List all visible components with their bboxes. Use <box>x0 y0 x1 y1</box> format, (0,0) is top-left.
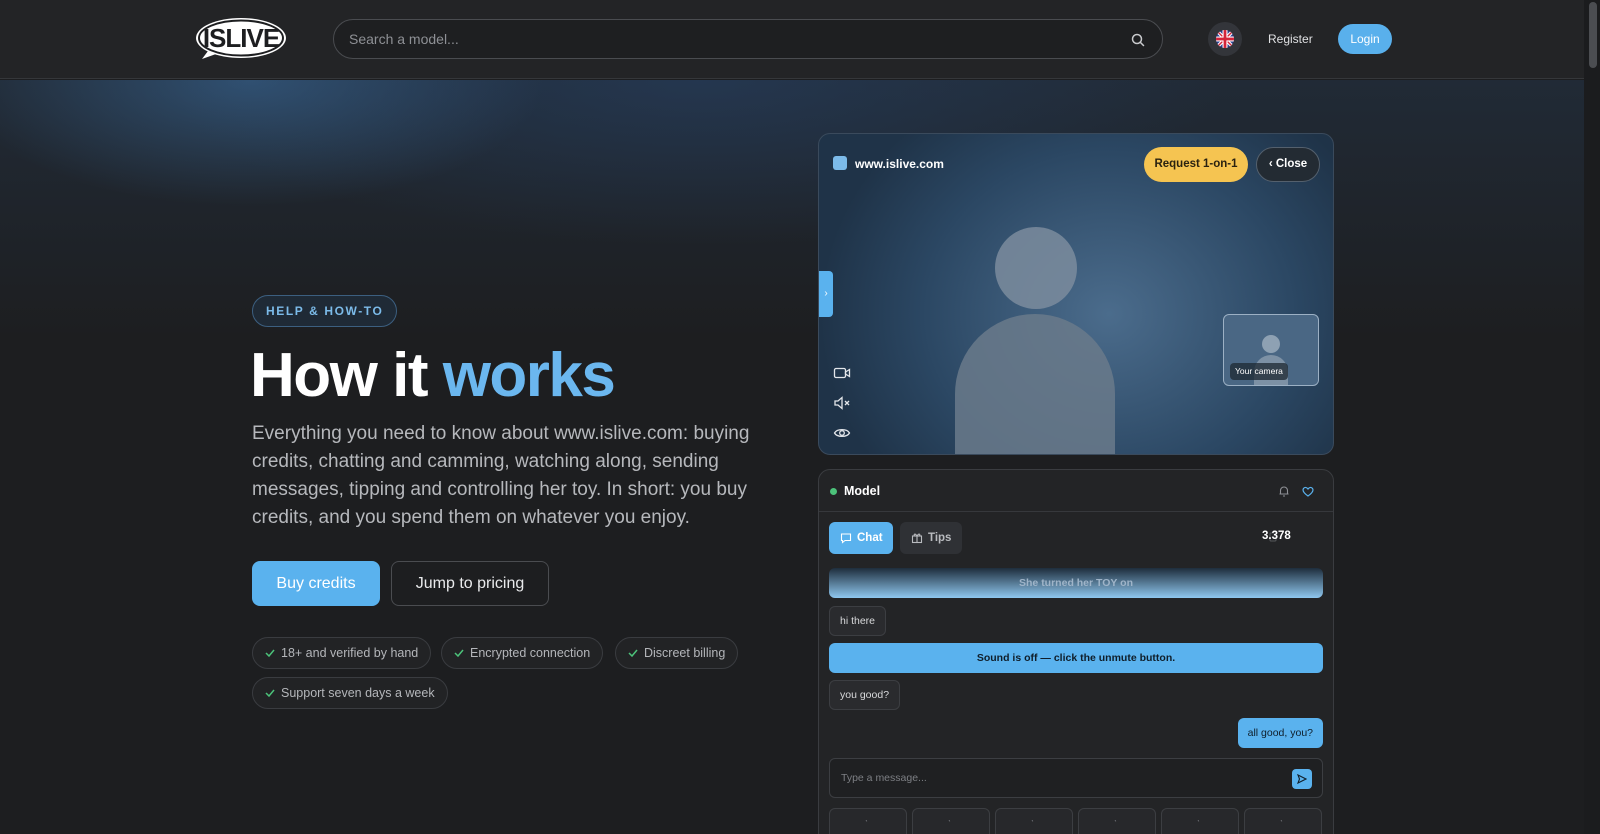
tab-tips-label: Tips <box>928 532 952 544</box>
model-silhouette-head <box>995 227 1077 309</box>
trust-chip: Support seven days a week <box>252 677 448 709</box>
jump-to-pricing-button[interactable]: Jump to pricing <box>391 561 549 606</box>
heart-icon[interactable] <box>1301 484 1315 498</box>
check-icon <box>628 649 638 658</box>
request-private-button[interactable]: Request 1-on-1 <box>1144 147 1248 182</box>
tip-tick-icon: ˋ <box>1031 819 1034 829</box>
send-icon <box>1297 774 1307 784</box>
online-status-dot <box>830 488 837 495</box>
incoming-message: hi there <box>829 606 887 636</box>
site-favicon-icon <box>833 156 847 170</box>
search-input[interactable]: Search a model... <box>333 19 1163 59</box>
tip-option[interactable]: ˋ <box>1244 808 1322 834</box>
search-placeholder: Search a model... <box>349 31 459 47</box>
check-icon <box>454 649 464 658</box>
tip-tick-icon: ˋ <box>1197 819 1200 829</box>
buy-credits-button[interactable]: Buy credits <box>252 561 380 606</box>
system-message-toy: She turned her TOY on <box>829 568 1323 598</box>
user-silhouette-head <box>1262 335 1280 353</box>
trust-chip: Discreet billing <box>615 637 739 669</box>
tip-option[interactable]: ˋ <box>995 808 1073 834</box>
trust-chip: 18+ and verified by hand <box>252 637 432 669</box>
eye-icon[interactable] <box>833 424 851 442</box>
your-camera-label: Your camera <box>1230 363 1288 380</box>
search-icon[interactable] <box>1130 32 1146 48</box>
title-accent: works <box>442 341 616 410</box>
tip-tick-icon: ˋ <box>948 819 951 829</box>
chat-bubble-icon <box>840 533 852 544</box>
system-message-sound: Sound is off — click the unmute button. <box>829 643 1323 673</box>
expand-panel-tab[interactable]: › <box>819 271 833 317</box>
chat-panel: Model Chat Tips 3.378 She turned her TOY… <box>818 469 1334 834</box>
self-camera-preview: Your camera <box>1223 314 1319 386</box>
video-player[interactable]: www.islive.com Request 1-on-1 ‹ Close › … <box>818 133 1334 455</box>
chip-label: 18+ and verified by hand <box>281 646 419 660</box>
page-scrollbar[interactable] <box>1584 0 1600 834</box>
tip-tick-icon: ˋ <box>1114 819 1117 829</box>
tip-tick-icon: ˋ <box>1280 819 1283 829</box>
svg-text:ISLIVE: ISLIVE <box>203 23 280 53</box>
model-silhouette-body <box>955 314 1115 454</box>
gift-icon <box>911 533 923 544</box>
top-header: ISLIVE Search a model... Register Login <box>0 0 1584 79</box>
hero-description: Everything you need to know about www.is… <box>252 423 750 528</box>
model-name: Model <box>844 484 881 498</box>
chip-label: Discreet billing <box>644 646 726 660</box>
incoming-message: you good? <box>829 680 901 710</box>
close-video-button[interactable]: ‹ Close <box>1256 147 1320 182</box>
trust-chip: Encrypted connection <box>441 637 604 669</box>
help-badge: HELP & HOW-TO <box>252 295 398 327</box>
check-icon <box>265 689 275 698</box>
tab-chat[interactable]: Chat <box>829 522 893 554</box>
tip-option[interactable]: ˋ <box>1078 808 1156 834</box>
tip-option[interactable]: ˋ <box>829 808 907 834</box>
credits-balance: 3.378 <box>1262 530 1291 542</box>
tip-option[interactable]: ˋ <box>1161 808 1239 834</box>
title-main: How it <box>250 341 443 410</box>
tip-option[interactable]: ˋ <box>912 808 990 834</box>
chip-label: Encrypted connection <box>470 646 591 660</box>
chat-header: Model <box>819 470 1333 512</box>
outgoing-message: all good, you? <box>1237 718 1323 748</box>
tab-chat-label: Chat <box>857 532 883 544</box>
message-input-placeholder: Type a message... <box>841 772 927 784</box>
message-input[interactable]: Type a message... <box>829 758 1323 798</box>
video-site-url: www.islive.com <box>855 157 944 171</box>
camera-toggle-icon[interactable] <box>833 364 851 382</box>
send-button[interactable] <box>1292 769 1312 789</box>
chip-label: Support seven days a week <box>281 686 435 700</box>
register-link[interactable]: Register <box>1268 32 1313 46</box>
check-icon <box>265 649 275 658</box>
page-title: How it works <box>250 340 616 411</box>
mute-speaker-icon[interactable] <box>833 394 851 412</box>
hero-background-glow <box>0 80 1584 340</box>
scrollbar-thumb[interactable] <box>1589 2 1597 68</box>
tip-tick-icon: ˋ <box>865 819 868 829</box>
login-button[interactable]: Login <box>1338 24 1392 54</box>
language-button[interactable] <box>1208 22 1242 56</box>
islive-logo[interactable]: ISLIVE <box>194 17 288 61</box>
bell-icon[interactable] <box>1277 484 1291 498</box>
uk-flag-icon <box>1216 30 1234 48</box>
tab-tips[interactable]: Tips <box>900 522 962 554</box>
